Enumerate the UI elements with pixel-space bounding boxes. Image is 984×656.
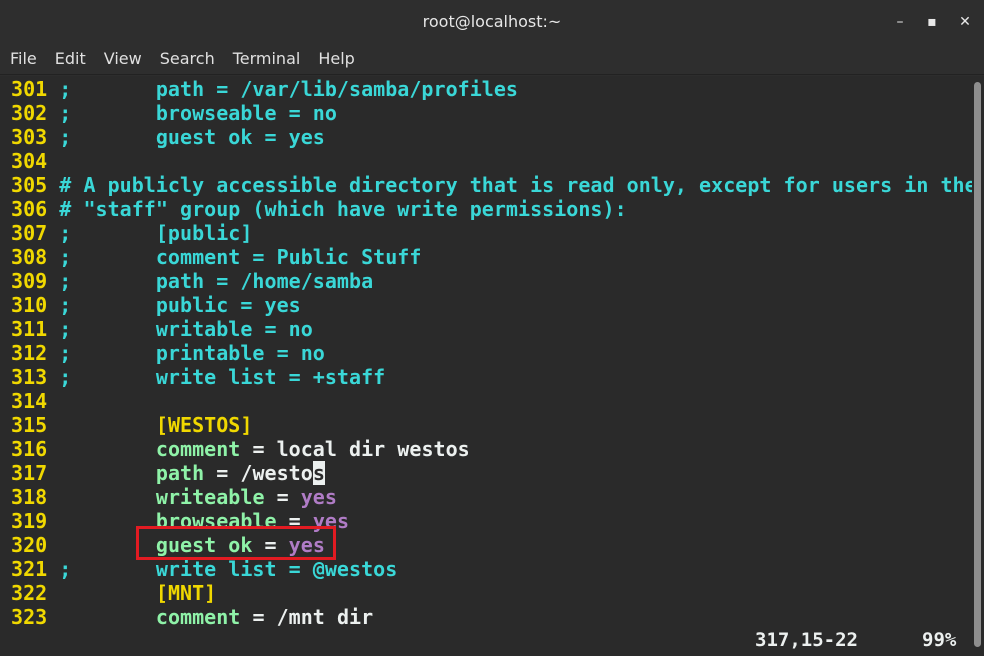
line-text: # A publicly accessible directory that i… bbox=[59, 173, 977, 197]
line-text: ; path = /home/samba bbox=[59, 269, 374, 293]
line-number: 318 bbox=[11, 485, 60, 509]
menu-edit[interactable]: Edit bbox=[47, 44, 94, 68]
line-text: ; browseable = no bbox=[59, 101, 337, 125]
line-number: 323 bbox=[11, 605, 60, 629]
line-text bbox=[59, 461, 156, 485]
line-number: 304 bbox=[11, 149, 60, 173]
editor-line[interactable]: 309 ; path = /home/samba bbox=[11, 269, 373, 293]
line-number: 312 bbox=[11, 341, 60, 365]
editor-line[interactable]: 305 # A publicly accessible directory th… bbox=[11, 173, 977, 197]
line-text bbox=[59, 413, 156, 437]
line-text: path bbox=[155, 461, 205, 485]
line-number: 315 bbox=[11, 413, 60, 437]
editor-line[interactable]: 310 ; public = yes bbox=[11, 293, 301, 317]
line-text: ; path = /var/lib/samba/profiles bbox=[59, 77, 518, 101]
line-number: 310 bbox=[11, 293, 60, 317]
line-text: ; guest ok = yes bbox=[59, 125, 325, 149]
line-text bbox=[59, 581, 156, 605]
editor-line[interactable]: 306 # "staff" group (which have write pe… bbox=[11, 197, 627, 221]
editor-line[interactable]: 311 ; writable = no bbox=[11, 317, 313, 341]
line-text: = bbox=[264, 485, 301, 509]
line-text: # "staff" group (which have write permis… bbox=[59, 197, 627, 221]
line-number: 316 bbox=[11, 437, 60, 461]
line-text: = /westo bbox=[204, 461, 313, 485]
editor-line[interactable]: 307 ; [public] bbox=[11, 221, 252, 245]
menu-help[interactable]: Help bbox=[310, 44, 362, 68]
line-text: = local dir westos bbox=[240, 437, 470, 461]
line-text: ; write list = +staff bbox=[59, 365, 386, 389]
menu-file[interactable]: File bbox=[2, 44, 45, 68]
line-number: 307 bbox=[11, 221, 60, 245]
line-number: 308 bbox=[11, 245, 60, 269]
editor-line[interactable]: 302 ; browseable = no bbox=[11, 101, 337, 125]
editor-line[interactable]: 314 bbox=[11, 389, 59, 413]
editor-line[interactable]: 322 [MNT] bbox=[11, 581, 216, 605]
line-number: 317 bbox=[11, 461, 60, 485]
editor-line[interactable]: 323 comment = /mnt dir bbox=[11, 605, 373, 629]
editor-line[interactable]: 304 bbox=[11, 149, 59, 173]
line-number: 313 bbox=[11, 365, 60, 389]
editor-line[interactable]: 301 ; path = /var/lib/samba/profiles bbox=[11, 77, 518, 101]
scrollbar-thumb[interactable] bbox=[974, 82, 981, 647]
highlight-annotation bbox=[136, 526, 336, 560]
line-text: ; comment = Public Stuff bbox=[59, 245, 422, 269]
scroll-percent: 99% bbox=[922, 629, 957, 651]
line-text: ; [public] bbox=[59, 221, 253, 245]
line-number: 309 bbox=[11, 269, 60, 293]
line-text: [MNT] bbox=[155, 581, 217, 605]
line-number: 321 bbox=[11, 557, 60, 581]
text-cursor: s bbox=[312, 461, 325, 485]
line-text bbox=[59, 437, 156, 461]
editor-line[interactable]: 312 ; printable = no bbox=[11, 341, 325, 365]
line-number: 311 bbox=[11, 317, 60, 341]
line-text: [WESTOS] bbox=[155, 413, 253, 437]
line-number: 322 bbox=[11, 581, 60, 605]
terminal-window: root@localhost:~ – ▪ ✕ File Edit View Searc… bbox=[0, 0, 984, 656]
close-button[interactable]: ✕ bbox=[955, 12, 975, 32]
title-bar[interactable]: root@localhost:~ – ▪ ✕ bbox=[0, 0, 984, 44]
line-text: comment bbox=[155, 605, 241, 629]
line-number: 302 bbox=[11, 101, 60, 125]
line-text: ; writable = no bbox=[59, 317, 313, 341]
editor-line[interactable]: 321 ; write list = @westos bbox=[11, 557, 397, 581]
line-number: 306 bbox=[11, 197, 60, 221]
editor-line[interactable]: 308 ; comment = Public Stuff bbox=[11, 245, 421, 269]
menu-search[interactable]: Search bbox=[152, 44, 223, 68]
line-number: 314 bbox=[11, 389, 60, 413]
line-number: 320 bbox=[11, 533, 60, 557]
menu-bar: File Edit View Search Terminal Help bbox=[0, 44, 984, 75]
line-text bbox=[59, 485, 156, 509]
line-text bbox=[59, 605, 156, 629]
editor-line[interactable]: 316 comment = local dir westos bbox=[11, 437, 470, 461]
window-title: root@localhost:~ bbox=[422, 12, 562, 31]
editor-line[interactable]: 318 writeable = yes bbox=[11, 485, 337, 509]
cursor-position: 317,15-22 bbox=[755, 629, 858, 651]
line-text: comment bbox=[155, 437, 241, 461]
line-number: 305 bbox=[11, 173, 60, 197]
line-text: ; printable = no bbox=[59, 341, 325, 365]
editor-line[interactable]: 315 [WESTOS] bbox=[11, 413, 252, 437]
editor-line[interactable]: 317 path = /westos bbox=[11, 461, 325, 485]
menu-view[interactable]: View bbox=[96, 44, 150, 68]
minimize-button[interactable]: – bbox=[890, 12, 910, 32]
menu-terminal[interactable]: Terminal bbox=[225, 44, 309, 68]
line-text: ; write list = @westos bbox=[59, 557, 398, 581]
maximize-button[interactable]: ▪ bbox=[922, 12, 942, 32]
editor-line[interactable]: 313 ; write list = +staff bbox=[11, 365, 385, 389]
line-number: 303 bbox=[11, 125, 60, 149]
line-text: writeable bbox=[155, 485, 265, 509]
line-number: 301 bbox=[11, 77, 60, 101]
line-text: = /mnt dir bbox=[240, 605, 374, 629]
line-number: 319 bbox=[11, 509, 60, 533]
line-text: ; public = yes bbox=[59, 293, 301, 317]
line-text: yes bbox=[300, 485, 337, 509]
editor-line[interactable]: 303 ; guest ok = yes bbox=[11, 125, 325, 149]
